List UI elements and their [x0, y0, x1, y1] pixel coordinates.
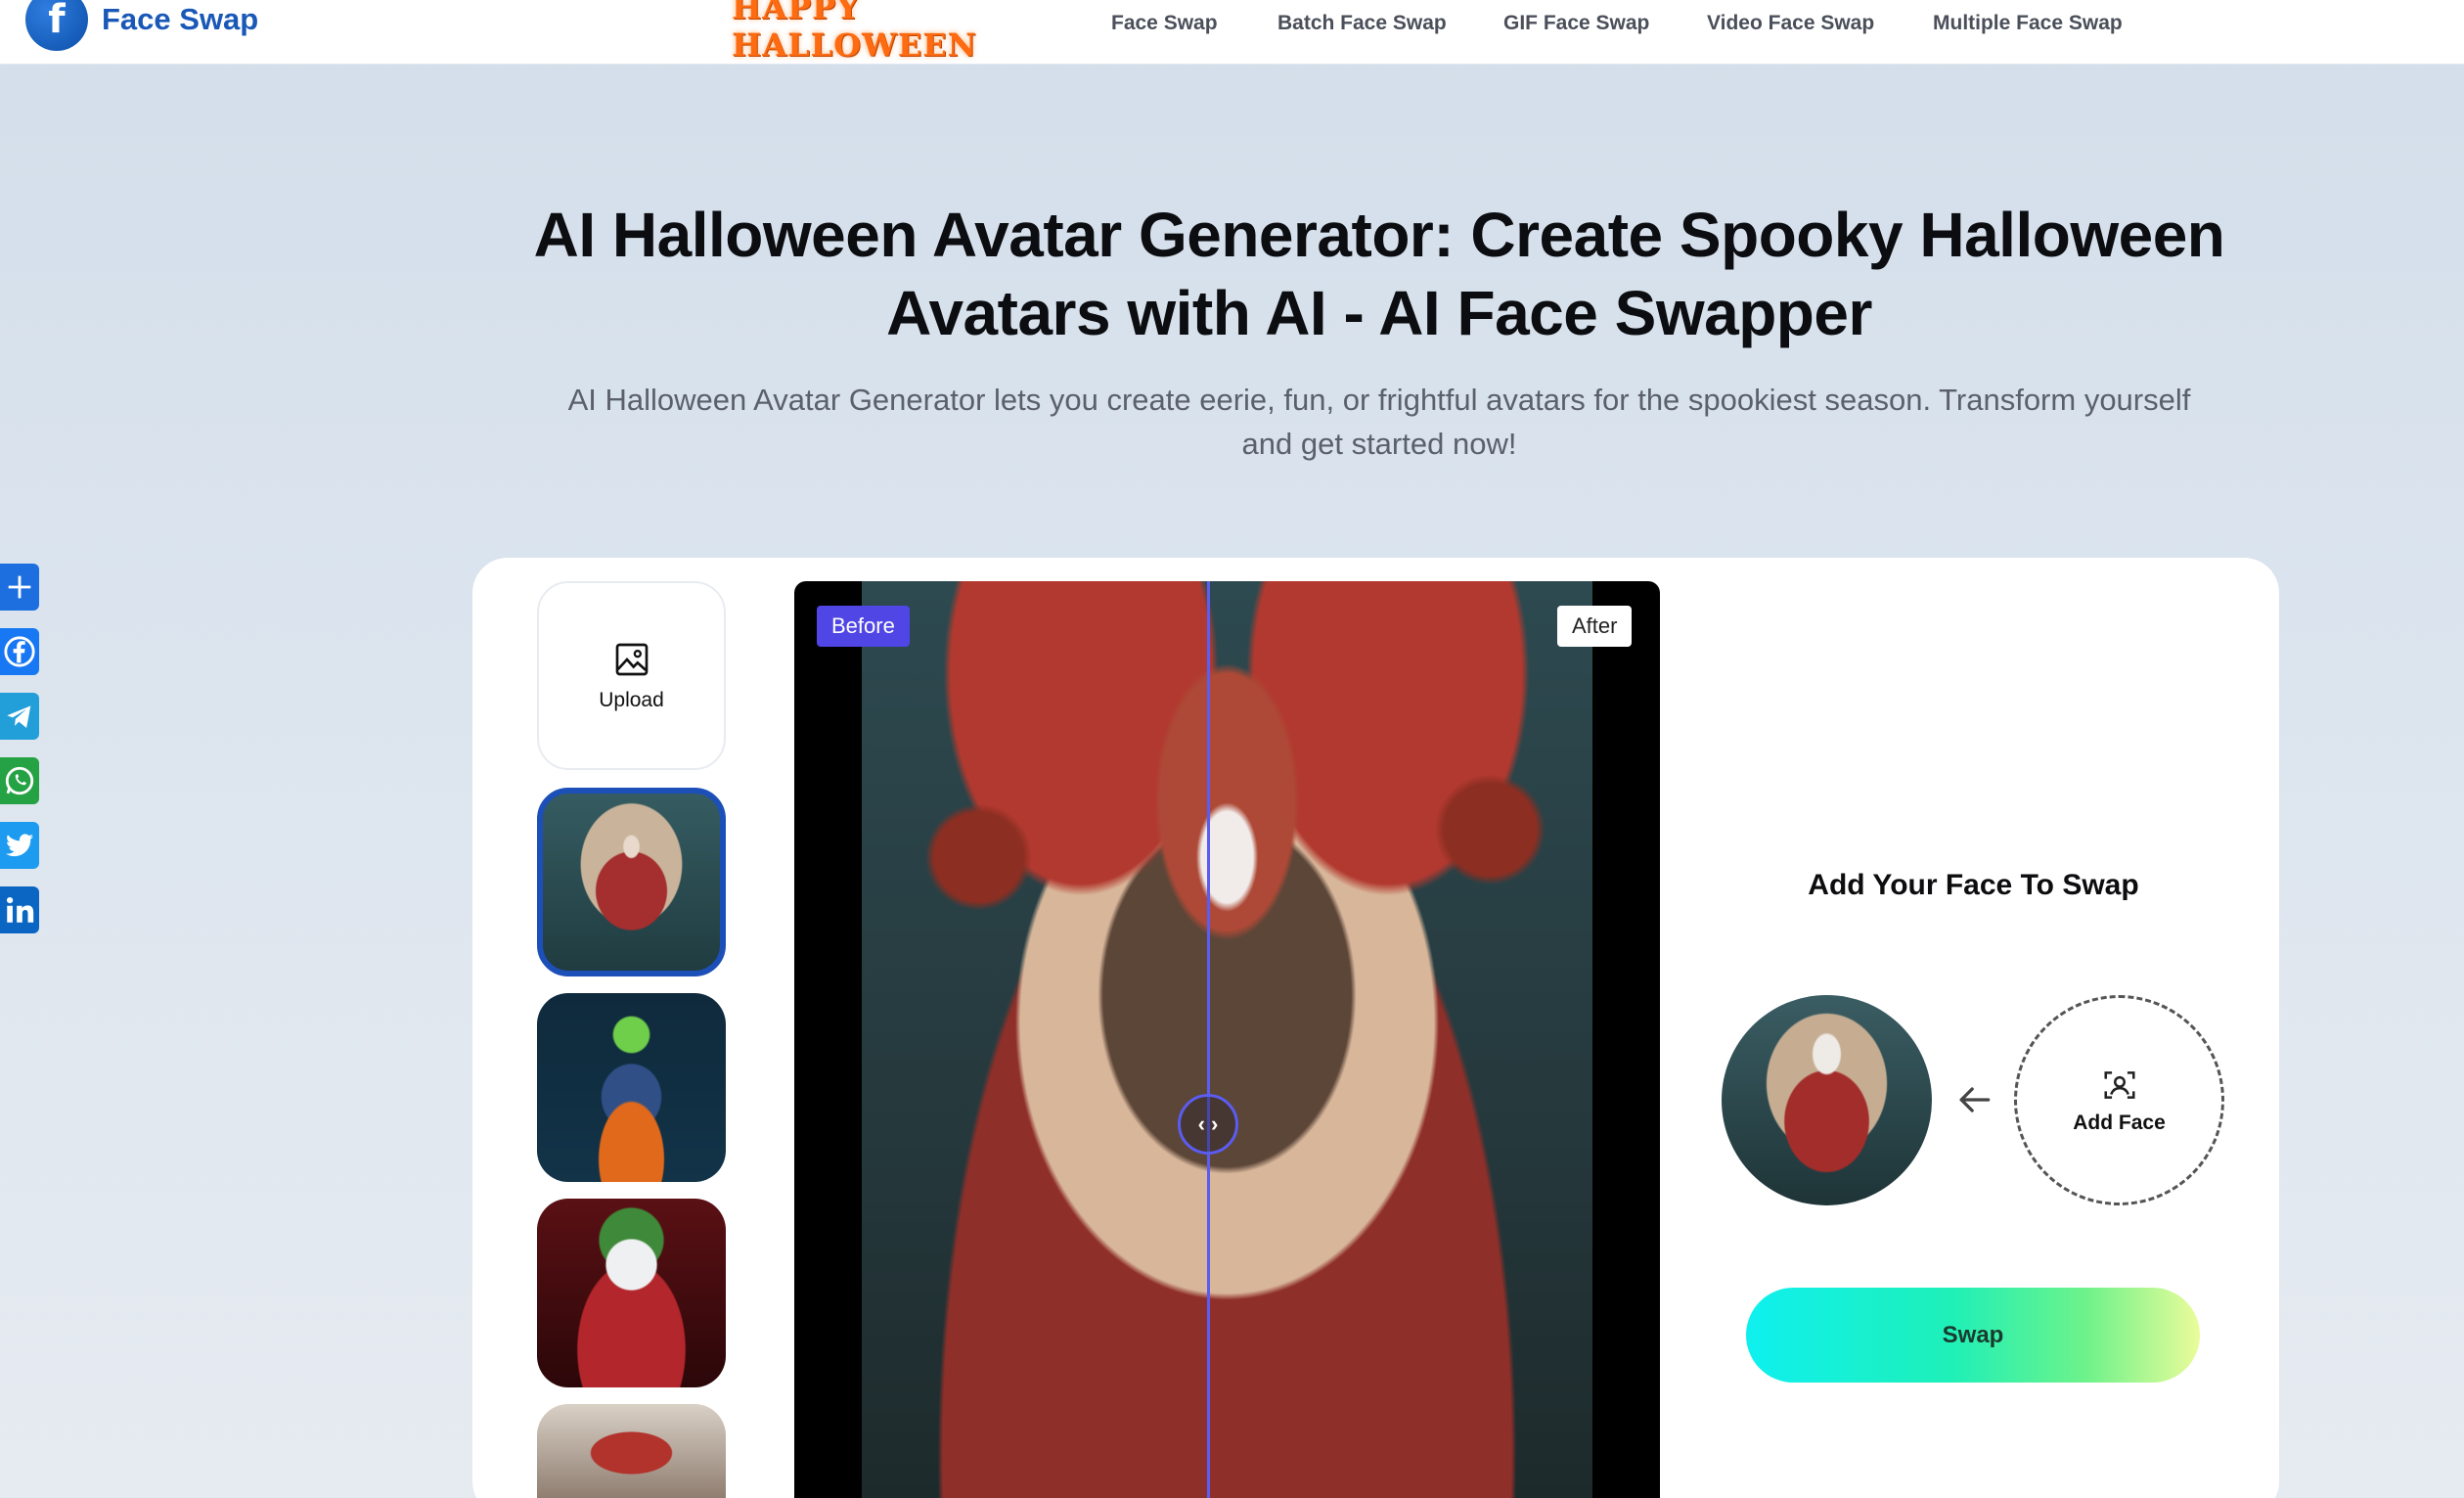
- logo-text: Face Swap: [102, 2, 259, 36]
- nav-multiple-face-swap[interactable]: Multiple Face Swap: [1933, 12, 2123, 35]
- template-jester[interactable]: [537, 788, 726, 976]
- face-swap-logo-icon: f: [25, 0, 88, 51]
- twitter-icon[interactable]: [0, 822, 39, 869]
- nav-gif-face-swap[interactable]: GIF Face Swap: [1503, 12, 1649, 35]
- preview-image: [862, 581, 1592, 1498]
- image-upload-icon: [615, 643, 648, 675]
- before-after-viewer[interactable]: ‹ › Before After: [794, 581, 1660, 1498]
- whatsapp-icon[interactable]: [0, 757, 39, 804]
- arrow-left-icon: [1959, 1087, 1991, 1112]
- template-devil-warrior[interactable]: [537, 1404, 726, 1498]
- compare-handle-icon[interactable]: ‹ ›: [1178, 1094, 1238, 1155]
- face-scan-icon: [2103, 1070, 2135, 1099]
- site-logo[interactable]: f Face Swap: [25, 0, 258, 51]
- top-navbar: f Face Swap HAPPY HALLOWEEN Face Swap Ba…: [0, 0, 2464, 65]
- after-tag: After: [1557, 606, 1633, 647]
- add-face-heading: Add Your Face To Swap: [1808, 869, 2139, 901]
- template-joker[interactable]: [537, 1199, 726, 1387]
- share-plus-icon[interactable]: [0, 564, 39, 611]
- template-pumpkin-girl[interactable]: [537, 993, 726, 1182]
- halloween-banner[interactable]: HAPPY HALLOWEEN: [732, 0, 1049, 64]
- nav-batch-face-swap[interactable]: Batch Face Swap: [1277, 12, 1447, 35]
- swap-button[interactable]: Swap: [1746, 1288, 2200, 1383]
- telegram-icon[interactable]: [0, 693, 39, 740]
- upload-label: Upload: [599, 688, 664, 711]
- nav-face-swap[interactable]: Face Swap: [1111, 12, 1218, 35]
- nav-video-face-swap[interactable]: Video Face Swap: [1707, 12, 1874, 35]
- compare-divider[interactable]: [1207, 581, 1210, 1498]
- page-title: AI Halloween Avatar Generator: Create Sp…: [533, 200, 2225, 348]
- facebook-icon[interactable]: [0, 628, 39, 675]
- page-subtitle: AI Halloween Avatar Generator lets you c…: [567, 383, 2191, 461]
- before-tag: Before: [817, 606, 910, 647]
- linkedin-icon[interactable]: [0, 886, 39, 933]
- upload-tile[interactable]: Upload: [537, 581, 726, 770]
- target-face-preview: [1722, 995, 1932, 1205]
- add-face-label: Add Face: [2073, 1111, 2166, 1134]
- add-face-button[interactable]: Add Face: [2014, 995, 2224, 1205]
- social-share-bar: [0, 564, 41, 951]
